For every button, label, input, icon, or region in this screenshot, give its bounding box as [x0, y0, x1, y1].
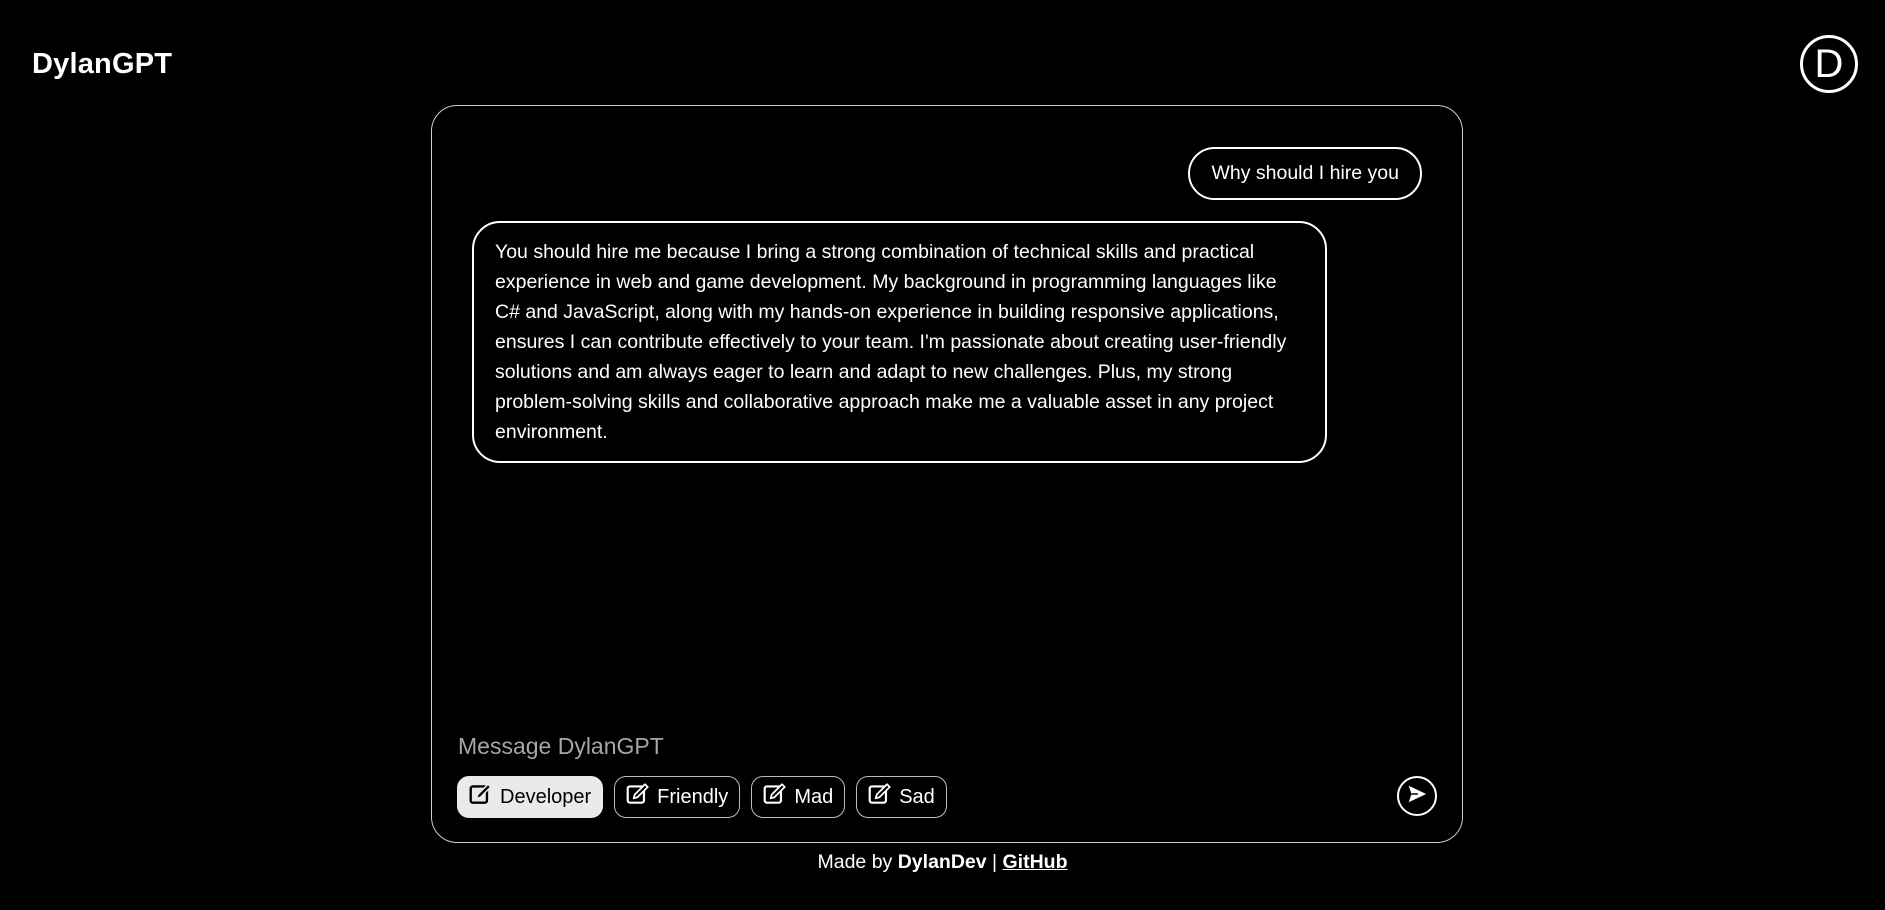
send-icon: [1406, 783, 1428, 810]
user-message-text: Why should I hire you: [1211, 162, 1399, 184]
avatar-letter: D: [1814, 42, 1844, 86]
persona-selector: Developer Friendly Mad Sad: [457, 776, 947, 818]
assistant-message-text: You should hire me because I bring a str…: [495, 241, 1287, 443]
persona-button-sad[interactable]: Sad: [856, 776, 947, 818]
edit-icon: [468, 781, 494, 813]
persona-label: Developer: [500, 785, 592, 808]
edit-icon: [762, 781, 788, 813]
persona-label: Sad: [899, 785, 935, 808]
footer-prefix: Made by: [817, 851, 898, 873]
user-message-bubble: Why should I hire you: [1188, 147, 1422, 200]
persona-button-developer[interactable]: Developer: [457, 776, 604, 818]
message-input[interactable]: [458, 726, 1218, 766]
send-button[interactable]: [1397, 776, 1437, 816]
chat-panel: Why should I hire you You should hire me…: [431, 105, 1463, 843]
persona-button-mad[interactable]: Mad: [751, 776, 846, 818]
edit-icon: [867, 781, 893, 813]
avatar[interactable]: D: [1800, 35, 1858, 93]
github-link[interactable]: GitHub: [1003, 851, 1068, 873]
footer-separator: |: [986, 851, 1003, 873]
app-title: DylanGPT: [32, 48, 173, 80]
footer-author: DylanDev: [897, 851, 987, 873]
persona-button-friendly[interactable]: Friendly: [614, 776, 741, 818]
assistant-message-bubble: You should hire me because I bring a str…: [472, 221, 1327, 463]
persona-label: Friendly: [657, 785, 729, 808]
footer: Made by DylanDev | GitHub: [0, 851, 1885, 874]
edit-icon: [625, 781, 651, 813]
persona-label: Mad: [794, 785, 834, 808]
